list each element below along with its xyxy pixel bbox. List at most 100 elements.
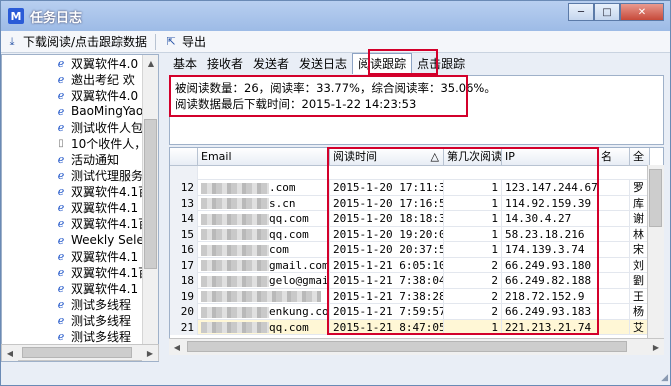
- tree-item[interactable]: ℯ 双翼软件4.0: [2, 55, 158, 71]
- tree-item-label: 测试收件人包: [71, 120, 144, 135]
- column-header-ip[interactable]: IP: [502, 148, 598, 166]
- download-icon: ⤓: [9, 34, 15, 48]
- tree-horizontal-scrollbar[interactable]: ◀ ▶: [1, 344, 159, 361]
- tree-item[interactable]: ℯ 测试多线程: [2, 313, 158, 329]
- cell-read-time: 2015-1-20 20:37:51: [330, 242, 444, 258]
- table-row[interactable]: 21 qq.com 2015-1-21 8:47:05 1 221.213.21.74 艾: [170, 319, 650, 335]
- tab-send-log[interactable]: 发送日志: [294, 54, 352, 74]
- redacted-email-blur: [201, 198, 269, 209]
- tree-item-label: 活动通知: [71, 153, 120, 168]
- cell-rownum: 20: [170, 304, 198, 320]
- table-row[interactable]: 13 s.cn 2015-1-20 17:16:57 1 114.92.159.39 库: [170, 195, 650, 211]
- tree-scroll-thumb[interactable]: [144, 119, 157, 269]
- tree-item[interactable]: ℯ 测试多线程: [2, 296, 158, 312]
- cell-name: [598, 257, 630, 273]
- tree-item[interactable]: ℯ 双翼软件4.1: [2, 280, 158, 296]
- minimize-button[interactable]: ─: [568, 3, 594, 21]
- cell-rownum: 21: [170, 319, 198, 335]
- maximize-button[interactable]: □: [594, 3, 620, 21]
- read-tracking-grid[interactable]: Email 阅读时间 △ 第几次阅读 IP 名 全 12 .com 2015-1-2…: [169, 147, 664, 355]
- tab-senders[interactable]: 发送者: [248, 54, 294, 74]
- tree-item[interactable]: ℯ 活动通知: [2, 152, 158, 168]
- email-suffix: .com: [269, 181, 296, 194]
- cell-rownum: 17: [170, 257, 198, 273]
- scroll-left-icon[interactable]: ◀: [2, 345, 18, 361]
- cell-read-time: 2015-1-21 7:38:28: [330, 288, 444, 304]
- last-download-time: 阅读数据最后下载时间：2015-1-22 14:23:53: [175, 97, 417, 111]
- tree-item[interactable]: ℯ 双翼软件4.0: [2, 87, 158, 103]
- tree-item-label: Weekly Selec: [71, 233, 151, 248]
- download-tracking-button[interactable]: ⤓ 下载阅读/点击跟踪数据: [1, 32, 151, 52]
- scroll-up-icon[interactable]: ▲: [143, 55, 158, 71]
- tree-item[interactable]: ▯ 10个收件人，: [2, 135, 158, 151]
- export-button[interactable]: ⇱ 导出: [160, 32, 210, 52]
- column-header-name[interactable]: 名: [598, 148, 630, 166]
- tree-item[interactable]: ℯ 测试收件人包: [2, 119, 158, 135]
- cell-ip: 66.249.93.183: [502, 304, 598, 320]
- task-log-window: M 任务日志 ─ □ ✕ ⤓ 下载阅读/点击跟踪数据 ⇱ 导出 ℯ 双翼软件4.0…: [0, 0, 671, 386]
- redacted-email-blur: [201, 244, 269, 256]
- table-row[interactable]: 19 2015-1-21 7:38:28 2 218.72.152.9 王: [170, 288, 650, 304]
- tree-item-label: 10个收件人，: [71, 137, 147, 152]
- read-stats-panel: 被阅读数量：26，阅读率：33.77%，综合阅读率：35.06%。 阅读数据最后…: [169, 75, 664, 145]
- close-button[interactable]: ✕: [620, 3, 664, 21]
- column-header-email[interactable]: Email: [198, 148, 330, 166]
- table-row[interactable]: 18 gelo@gmail.2015-1-21 7:38:04266.249.82…: [170, 273, 650, 289]
- table-row[interactable]: 14 qq.com 2015-1-20 18:18:36 1 14.30.4.27 谢: [170, 211, 650, 227]
- grid-scroll-left-icon[interactable]: ◀: [169, 339, 185, 355]
- tab-click-tracking[interactable]: 点击跟踪: [412, 54, 470, 74]
- cell-read-count: 2: [444, 257, 502, 273]
- tree-item[interactable]: ℯ 双翼软件4.1: [2, 248, 158, 264]
- redacted-email-blur: [201, 322, 269, 333]
- tree-item[interactable]: ℯ 测试代理服务: [2, 168, 158, 184]
- tab-basic[interactable]: 基本: [168, 54, 202, 74]
- email-suffix: gmail.com: [269, 258, 329, 272]
- tree-item[interactable]: ℯ 双翼软件4.1百: [2, 264, 158, 280]
- tree-item[interactable]: ℯ BaoMingYaoQi: [2, 103, 158, 119]
- column-header-fullname[interactable]: 全: [630, 148, 650, 166]
- resize-grip-icon[interactable]: ◢: [661, 373, 668, 383]
- tree-item[interactable]: ℯ Weekly Selec: [2, 232, 158, 248]
- cell-ip: 66.249.82.188: [502, 273, 598, 289]
- export-icon: ⇱: [166, 35, 176, 48]
- tree-item-label: 双翼软件4.1百: [71, 185, 151, 200]
- table-row[interactable]: 15 qq.com 2015-1-20 19:20:08 1 58.23.18.216 林: [170, 226, 650, 242]
- table-row[interactable]: 16 com 2015-1-20 20:37:51 1 174.139.3.74 宋: [170, 242, 650, 258]
- window-title: 任务日志: [30, 10, 83, 26]
- table-row[interactable]: 12 .com 2015-1-20 17:11:38 1 123.147.244.67 罗: [170, 180, 650, 196]
- app-icon: M: [8, 8, 24, 24]
- scroll-right-icon[interactable]: ▶: [142, 345, 158, 361]
- tree-item[interactable]: ℯ 双翼软件4.1百: [2, 216, 158, 232]
- email-suffix: com: [269, 243, 289, 256]
- grid-vertical-scrollbar[interactable]: [647, 165, 664, 339]
- tree-item-label: 测试多线程: [71, 330, 132, 345]
- cell-read-time: 2015-1-20 19:20:08: [330, 226, 444, 242]
- tree-vertical-scrollbar[interactable]: ▲ ▼: [142, 55, 158, 361]
- tree-item[interactable]: ℯ 双翼软件4.1: [2, 200, 158, 216]
- table-row[interactable]: 17 gmail.com 2015-1-21 6:05:10 2 66.249.93.1…: [170, 257, 650, 273]
- tree-item-label: 双翼软件4.0: [71, 88, 139, 103]
- column-header-read-count[interactable]: 第几次阅读: [444, 148, 502, 166]
- tree-item[interactable]: ℯ 邀出考纪 欢: [2, 71, 158, 87]
- grid-horizontal-scrollbar[interactable]: ◀ ▶: [169, 338, 664, 355]
- tree-item-label: 双翼软件4.1百: [71, 265, 151, 280]
- ie-icon: ℯ: [57, 56, 65, 70]
- column-header-read-time[interactable]: 阅读时间 △: [330, 148, 444, 166]
- title-bar[interactable]: M 任务日志 ─ □ ✕: [1, 1, 670, 31]
- cell-rownum: 15: [170, 226, 198, 242]
- tree-item-label: 测试代理服务: [71, 169, 144, 184]
- grid-hscroll-thumb[interactable]: [187, 341, 627, 352]
- tab-read-tracking[interactable]: 阅读跟踪: [352, 53, 413, 74]
- table-row[interactable]: 20 enkung.com 2015-1-21 7:59:57 2 66.249.93.…: [170, 304, 650, 320]
- tab-recipients[interactable]: 接收者: [202, 54, 248, 74]
- column-header-rownum[interactable]: [170, 148, 198, 166]
- tree-hscroll-thumb[interactable]: [22, 347, 132, 358]
- task-tree[interactable]: ℯ 双翼软件4.0 ℯ 邀出考纪 欢 ℯ 双翼软件4.0 ℯ BaoMingYaoQi ℯ 测试收…: [1, 54, 159, 362]
- grid-scroll-thumb[interactable]: [649, 169, 662, 227]
- cell-ip: 218.72.152.9: [502, 288, 598, 304]
- tree-item[interactable]: ℯ 双翼软件4.1百: [2, 184, 158, 200]
- grid-scroll-right-icon[interactable]: ▶: [648, 339, 664, 355]
- ie-icon: ℯ: [57, 265, 65, 279]
- cell-read-count: 1: [444, 180, 502, 196]
- tree-item[interactable]: ℯ 测试多线程: [2, 329, 158, 345]
